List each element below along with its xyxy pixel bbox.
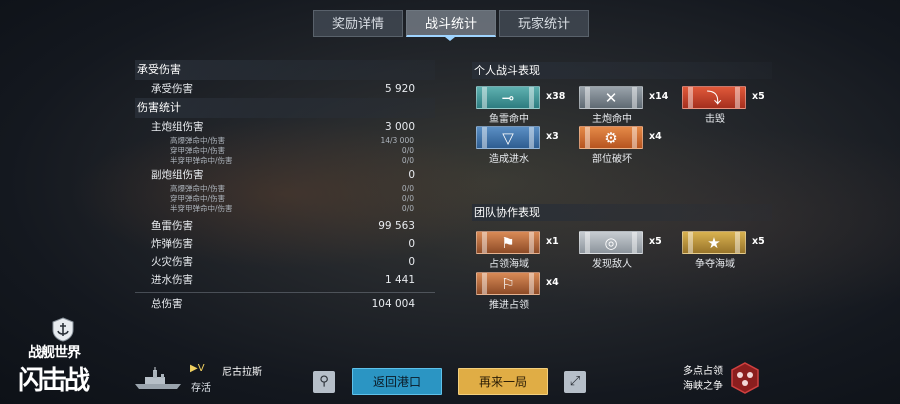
logo-line1: 战舰世界 bbox=[28, 345, 81, 361]
active-tab-indicator bbox=[445, 37, 455, 41]
search-icon: ⚲ bbox=[319, 374, 329, 389]
received-damage-header: 承受伤害 bbox=[135, 60, 435, 80]
module-destroy-icon: ⚙ bbox=[604, 129, 618, 147]
secondary-he-row: 高爆弹命中/伤害 0/0 bbox=[170, 184, 414, 193]
secondary-battery-row: 副炮组伤害 0 bbox=[151, 169, 415, 181]
tab-player-stats[interactable]: 玩家统计 bbox=[499, 10, 589, 37]
crossed-guns-icon: ✕ bbox=[604, 89, 618, 107]
main-sap-row: 半穿甲弹命中/伤害 0/0 bbox=[170, 156, 414, 165]
share-button[interactable]: ⤢ bbox=[564, 371, 586, 393]
radar-icon: ◎ bbox=[604, 234, 618, 252]
fire-damage-row: 火灾伤害 0 bbox=[151, 256, 415, 268]
torpedo-icon: ⊸ bbox=[501, 89, 515, 107]
main-he-row: 高爆弹命中/伤害 14/3 000 bbox=[170, 136, 414, 145]
sinking-ship-icon: ⤵ bbox=[706, 89, 722, 107]
medal-capture[interactable]: ⚑ 占领海域 x1 bbox=[474, 231, 564, 271]
game-mode-label: 多点占领 bbox=[683, 366, 723, 377]
tab-rewards[interactable]: 奖励详情 bbox=[313, 10, 403, 37]
ship-thumbnail bbox=[135, 367, 181, 389]
ship-status: 存活 bbox=[191, 383, 211, 394]
play-again-button[interactable]: 再来一局 bbox=[458, 368, 548, 395]
main-ap-row: 穿甲弹命中/伤害 0/0 bbox=[170, 146, 414, 155]
total-divider bbox=[135, 292, 435, 293]
flooding-icon: ▽ bbox=[502, 129, 514, 147]
damage-stats-header: 伤害统计 bbox=[135, 98, 435, 118]
game-mode-icon bbox=[731, 362, 759, 394]
main-battery-row: 主炮组伤害 3 000 bbox=[151, 121, 415, 133]
contest-stars-icon: ★ bbox=[707, 234, 721, 252]
tier-arrow-icon: ▶ bbox=[190, 363, 198, 374]
medal-module-destroy[interactable]: ⚙ 部位破坏 x4 bbox=[577, 126, 667, 166]
bomb-damage-row: 炸弹伤害 0 bbox=[151, 238, 415, 250]
medal-destroyed[interactable]: ⤵ 击毁 x5 bbox=[680, 86, 770, 126]
map-name-label: 海峡之争 bbox=[683, 381, 723, 392]
flag-icon: ⚑ bbox=[501, 234, 515, 252]
medal-advance-capture[interactable]: ⚐ 推进占领 x4 bbox=[474, 272, 564, 312]
search-button[interactable]: ⚲ bbox=[313, 371, 335, 393]
anchor-emblem-icon bbox=[52, 317, 74, 342]
secondary-ap-row: 穿甲弹命中/伤害 0/0 bbox=[170, 194, 414, 203]
medal-flooding[interactable]: ▽ 造成进水 x3 bbox=[474, 126, 564, 166]
return-port-button[interactable]: 返回港口 bbox=[352, 368, 442, 395]
ship-tier: ▶V bbox=[190, 363, 205, 374]
tab-bar: 奖励详情 战斗统计 玩家统计 bbox=[313, 10, 589, 37]
medal-main-battery-hit[interactable]: ✕ 主炮命中 x14 bbox=[577, 86, 668, 126]
total-damage-row: 总伤害 104 004 bbox=[151, 298, 415, 310]
team-performance-header: 团队协作表现 bbox=[472, 204, 772, 221]
secondary-sap-row: 半穿甲弹命中/伤害 0/0 bbox=[170, 204, 414, 213]
advance-flag-icon: ⚐ bbox=[501, 275, 515, 293]
medal-spotting[interactable]: ◎ 发现敌人 x5 bbox=[577, 231, 667, 271]
personal-performance-header: 个人战斗表现 bbox=[472, 62, 772, 79]
share-icon: ⤢ bbox=[569, 374, 581, 389]
torpedo-damage-row: 鱼雷伤害 99 563 bbox=[151, 220, 415, 232]
tab-battle-stats[interactable]: 战斗统计 bbox=[406, 10, 496, 37]
ship-name: 尼古拉斯 bbox=[222, 367, 262, 378]
received-damage-row: 承受伤害 5 920 bbox=[151, 83, 415, 95]
game-logo: 战舰世界 闪击战 bbox=[14, 316, 114, 400]
medal-torpedo-hit[interactable]: ⊸ 鱼雷命中 x38 bbox=[474, 86, 565, 126]
damage-stats-panel: 承受伤害 承受伤害 5 920 伤害统计 主炮组伤害 3 000 高爆弹命中/伤… bbox=[135, 60, 435, 313]
medal-contest[interactable]: ★ 争夺海域 x5 bbox=[680, 231, 770, 271]
logo-line2: 闪击战 bbox=[18, 366, 90, 396]
flooding-damage-row: 进水伤害 1 441 bbox=[151, 274, 415, 286]
